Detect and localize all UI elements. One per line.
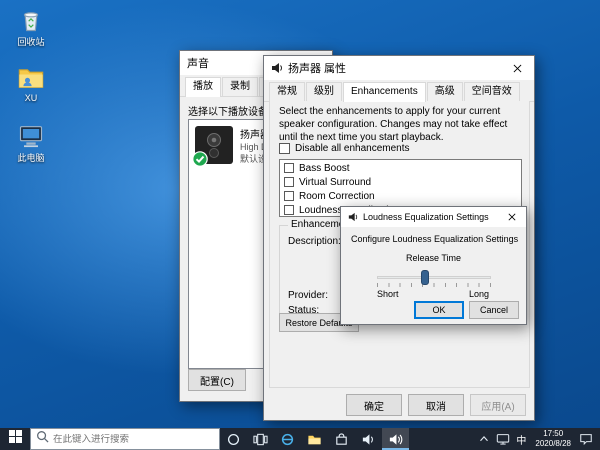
user-folder-icon	[4, 64, 58, 92]
tab-enhancements[interactable]: Enhancements	[343, 82, 426, 102]
apply-button[interactable]: 应用(A)	[470, 394, 526, 416]
tab-spatial-sound[interactable]: 空间音效	[463, 82, 520, 101]
loudness-dialog-title: Loudness Equalization Settings	[363, 212, 489, 222]
disable-all-label: Disable all enhancements	[295, 143, 410, 154]
desktop-icon-recycle-bin[interactable]: 回收站	[4, 6, 58, 48]
tab-recording[interactable]: 录制	[222, 77, 258, 96]
desktop: 回收站 XU 此电脑 声音 播放 录制 声音 选择以下播放设备来修	[0, 0, 600, 450]
chevron-up-icon[interactable]	[474, 432, 493, 446]
notification-center-icon[interactable]	[576, 432, 595, 446]
disable-all-checkbox[interactable]	[279, 143, 290, 154]
long-label: Long	[468, 289, 489, 299]
description-label: Description:	[288, 236, 341, 247]
speaker-device-icon	[192, 126, 233, 167]
windows-logo-icon	[8, 430, 22, 448]
enhancement-row[interactable]: Virtual Surround	[280, 175, 521, 189]
sound-mixer-app-icon[interactable]	[382, 428, 409, 450]
desktop-icon-label: XU	[24, 93, 38, 103]
provider-label: Provider:	[288, 290, 329, 301]
this-pc-icon	[4, 122, 58, 150]
clock[interactable]: 17:50 2020/8/28	[530, 429, 576, 450]
network-icon[interactable]	[493, 432, 512, 446]
enhancement-row[interactable]: Bass Boost	[280, 161, 521, 175]
loudness-equalization-dialog: Loudness Equalization Settings Configure…	[340, 206, 527, 325]
enhancement-row[interactable]: Room Correction	[280, 189, 521, 203]
ok-button[interactable]: OK	[414, 301, 464, 319]
file-explorer-icon[interactable]	[301, 428, 328, 450]
desktop-icon-user-folder[interactable]: XU	[4, 64, 58, 103]
short-label: Short	[377, 289, 399, 299]
enhancement-label: Virtual Surround	[299, 176, 372, 188]
release-time-slider[interactable]	[377, 270, 491, 290]
close-icon[interactable]	[498, 207, 526, 227]
edge-icon[interactable]	[274, 428, 301, 450]
configure-loudness-text: Configure Loudness Equalization Settings	[351, 234, 519, 244]
enhancements-intro-text: Select the enhancements to apply for you…	[279, 106, 508, 143]
cancel-button[interactable]: 取消	[408, 394, 464, 416]
properties-titlebar[interactable]: 扬声器 属性	[264, 56, 534, 80]
enhancement-label: Room Correction	[299, 190, 375, 202]
task-view-icon[interactable]	[247, 428, 274, 450]
tab-playback[interactable]: 播放	[185, 77, 221, 97]
desktop-icon-this-pc[interactable]: 此电脑	[4, 122, 58, 164]
taskbar: 中 17:50 2020/8/28	[0, 428, 600, 450]
slider-thumb[interactable]	[421, 270, 429, 285]
clock-time: 17:50	[543, 428, 564, 438]
tab-advanced[interactable]: 高级	[426, 82, 463, 101]
configure-button[interactable]: 配置(C)	[188, 369, 246, 391]
search-icon	[36, 430, 49, 448]
properties-tabs: 常规 级别 Enhancements 高级 空间音效	[264, 80, 534, 102]
default-device-check-icon	[192, 151, 208, 167]
start-button[interactable]	[0, 428, 30, 450]
speaker-app-icon[interactable]	[355, 428, 382, 450]
disable-all-enhancements-row[interactable]: Disable all enhancements	[279, 143, 410, 154]
release-time-label: Release Time	[405, 253, 462, 263]
slider-ticks	[377, 283, 491, 287]
recycle-bin-icon	[4, 6, 58, 34]
tab-general[interactable]: 常规	[269, 82, 305, 101]
close-icon[interactable]	[500, 56, 534, 80]
enhancement-checkbox[interactable]	[284, 177, 294, 187]
slider-track[interactable]	[377, 276, 491, 279]
ime-indicator[interactable]: 中	[512, 432, 530, 447]
enhancement-checkbox[interactable]	[284, 191, 294, 201]
sound-window-title: 声音	[187, 58, 209, 70]
desktop-icon-label: 回收站	[17, 37, 45, 47]
speaker-icon	[271, 62, 283, 74]
system-tray: 中 17:50 2020/8/28	[474, 428, 600, 450]
cancel-button[interactable]: Cancel	[469, 301, 519, 319]
clock-date: 2020/8/28	[535, 439, 571, 448]
enhancement-label: Bass Boost	[299, 162, 350, 174]
taskbar-search[interactable]	[30, 428, 220, 450]
tab-levels[interactable]: 级别	[306, 82, 342, 101]
ok-button[interactable]: 确定	[346, 394, 402, 416]
speaker-icon	[348, 212, 358, 222]
loudness-titlebar[interactable]: Loudness Equalization Settings	[341, 207, 526, 227]
enhancement-checkbox[interactable]	[284, 163, 294, 173]
enhancement-checkbox[interactable]	[284, 205, 294, 215]
properties-title: 扬声器 属性	[288, 63, 347, 75]
search-input[interactable]	[53, 433, 214, 445]
cortana-icon[interactable]	[220, 428, 247, 450]
store-icon[interactable]	[328, 428, 355, 450]
desktop-icon-label: 此电脑	[17, 153, 45, 163]
